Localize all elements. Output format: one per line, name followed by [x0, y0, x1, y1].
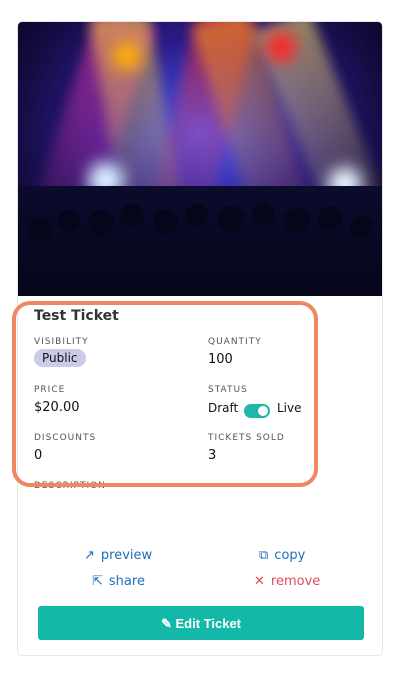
ticket-details: Test Ticket VISIBILITY Public QUANTITY 1…: [18, 296, 382, 516]
close-icon: ✕: [254, 574, 265, 589]
edit-ticket-button[interactable]: ✎ Edit Ticket: [38, 606, 364, 640]
preview-label: preview: [100, 548, 153, 563]
event-image: [18, 22, 382, 296]
price-value: $20.00: [34, 400, 80, 415]
visibility-label: VISIBILITY: [34, 337, 89, 347]
visibility-badge: Public: [34, 349, 86, 367]
ticket-title: Test Ticket: [34, 308, 119, 324]
tickets-sold-label: TICKETS SOLD: [208, 433, 285, 443]
preview-link[interactable]: ↗ preview: [84, 548, 152, 563]
status-label: STATUS: [208, 385, 248, 395]
copy-icon: ⧉: [259, 548, 269, 563]
status-on-label: Live: [277, 401, 302, 415]
edit-ticket-label: Edit Ticket: [175, 616, 242, 631]
external-link-icon: ↗: [84, 548, 95, 563]
ticket-card: Test Ticket VISIBILITY Public QUANTITY 1…: [17, 21, 383, 656]
copy-link[interactable]: ⧉ copy: [259, 548, 305, 563]
pencil-icon: ✎: [160, 616, 172, 631]
discounts-value: 0: [34, 448, 43, 463]
description-label: DESCRIPTION: [34, 481, 106, 491]
discounts-label: DISCOUNTS: [34, 433, 97, 443]
status-toggle[interactable]: [244, 404, 270, 418]
remove-label: remove: [270, 574, 321, 589]
share-icon: ⇱: [92, 574, 103, 589]
share-link[interactable]: ⇱ share: [92, 574, 145, 589]
quantity-label: QUANTITY: [208, 337, 262, 347]
share-label: share: [108, 574, 145, 589]
quantity-value: 100: [208, 352, 233, 367]
status-off-label: Draft: [208, 401, 239, 415]
price-label: PRICE: [34, 385, 66, 395]
copy-label: copy: [274, 548, 306, 563]
tickets-sold-value: 3: [208, 448, 217, 463]
remove-link[interactable]: ✕ remove: [254, 574, 320, 589]
